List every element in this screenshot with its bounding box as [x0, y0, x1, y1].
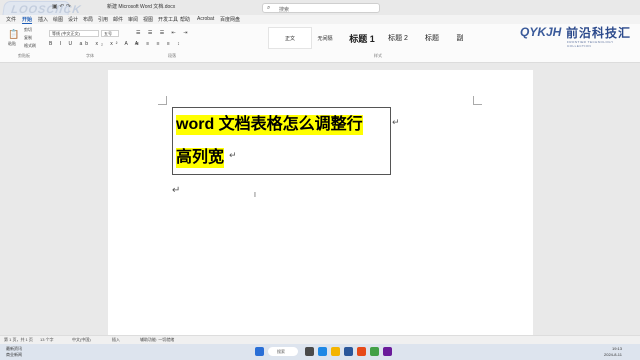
status-words[interactable]: 13 个字 [40, 337, 54, 343]
paragraph-mark-below: ↵ [172, 185, 181, 196]
file-explorer-icon[interactable] [331, 347, 340, 356]
font-format-buttons[interactable]: B I U ab x₂ x² A A [49, 41, 141, 47]
style-no-spacing[interactable]: 无间隔 [305, 27, 345, 49]
cut-button[interactable]: 剪切 [24, 27, 32, 33]
style-heading-2[interactable]: 标题 2 [378, 27, 418, 49]
clock-date[interactable]: 2024-8-11 [604, 352, 622, 357]
save-icon[interactable]: ▣ [52, 4, 58, 10]
menu-references[interactable]: 引用 [98, 16, 108, 23]
menu-acrobat[interactable]: Acrobat [197, 16, 214, 22]
menu-file[interactable]: 文件 [6, 16, 16, 23]
taskbar-search[interactable]: 搜索 [268, 347, 298, 356]
paste-label[interactable]: 粘贴 [8, 41, 16, 47]
menu-help[interactable]: 帮助 [180, 16, 190, 23]
group-font: 字体 [86, 53, 94, 58]
title-bar: LOOSCIICK ▣ ↶ ↷ 新建 Microsoft Word 文档.doc… [0, 0, 640, 21]
copy-button[interactable]: 复制 [24, 35, 32, 41]
menu-baidu[interactable]: 百度网盘 [220, 16, 240, 23]
window-title: 新建 Microsoft Word 文档.docx [107, 4, 176, 10]
paragraph-mark: ↵ [229, 150, 237, 160]
redo-icon[interactable]: ↷ [66, 4, 71, 10]
edge-icon[interactable] [318, 347, 327, 356]
search-placeholder: 搜索 [279, 7, 290, 13]
start-icon[interactable] [255, 347, 264, 356]
quick-access-toolbar[interactable]: ▣ ↶ ↷ [52, 3, 71, 10]
menu-insert[interactable]: 插入 [38, 16, 48, 23]
group-styles: 样式 [374, 53, 382, 58]
paragraph-align-buttons[interactable]: ≡ ≡ ≡ ≡ ↕ [136, 41, 183, 47]
font-name-select[interactable]: 等线 (中文正文) [49, 30, 99, 37]
menu-review[interactable]: 审阅 [128, 16, 138, 23]
group-clipboard: 剪贴板 [18, 53, 30, 58]
style-subtitle[interactable]: 副 [450, 27, 470, 49]
menu-developer[interactable]: 开发工具 [158, 16, 178, 23]
style-title[interactable]: 标题 [414, 27, 450, 49]
paste-icon[interactable]: 📋 [8, 29, 19, 40]
word-icon[interactable] [344, 347, 353, 356]
table-cell-text-line1[interactable]: word 文档表格怎么调整行 [176, 115, 363, 135]
search-icon: ⌕ [267, 5, 271, 11]
status-language[interactable]: 中文(中国) [72, 337, 91, 343]
search-box[interactable]: ⌕ 搜索 [262, 3, 380, 13]
format-painter-button[interactable]: 格式刷 [24, 43, 36, 49]
app-icon[interactable] [357, 347, 366, 356]
status-insert[interactable]: 插入 [112, 337, 120, 343]
weather-widget-sub[interactable]: 商业新闻 [6, 352, 22, 358]
cell-end-mark: ↵ [392, 117, 400, 127]
menu-design[interactable]: 设计 [68, 16, 78, 23]
task-view-icon[interactable] [305, 347, 314, 356]
group-paragraph: 段落 [168, 53, 176, 58]
status-page[interactable]: 第 1 页，共 1 页 [4, 337, 33, 343]
undo-icon[interactable]: ↶ [59, 4, 64, 10]
clock-time[interactable]: 19:13 [612, 346, 622, 351]
channel-logo: QYKJH 前沿科技汇 FRONTIER TECHNOLOGY COLLECTI… [520, 25, 632, 48]
font-size-select[interactable]: 五号 [101, 30, 119, 37]
taskbar: 最新资讯 商业新闻 搜索 19:13 2024-8-11 [0, 344, 640, 360]
margin-corner-tl [158, 96, 167, 105]
menu-home[interactable]: 开始 [22, 16, 33, 24]
menu-view[interactable]: 视图 [143, 16, 153, 23]
table-cell-text-line2[interactable]: 高列宽 [176, 148, 225, 168]
menu-draw[interactable]: 绘图 [53, 16, 63, 23]
app-icon-3[interactable] [383, 347, 392, 356]
text-cursor: I [254, 192, 256, 199]
app-icon-2[interactable] [370, 347, 379, 356]
status-accessibility[interactable]: 辅助功能: 一切就绪 [140, 337, 174, 343]
margin-corner-tr [473, 96, 482, 105]
menu-layout[interactable]: 布局 [83, 16, 93, 23]
paragraph-list-buttons[interactable]: ☰ ☰ ☰ ⇤ ⇥ [136, 30, 190, 36]
menu-mailings[interactable]: 邮件 [113, 16, 123, 23]
